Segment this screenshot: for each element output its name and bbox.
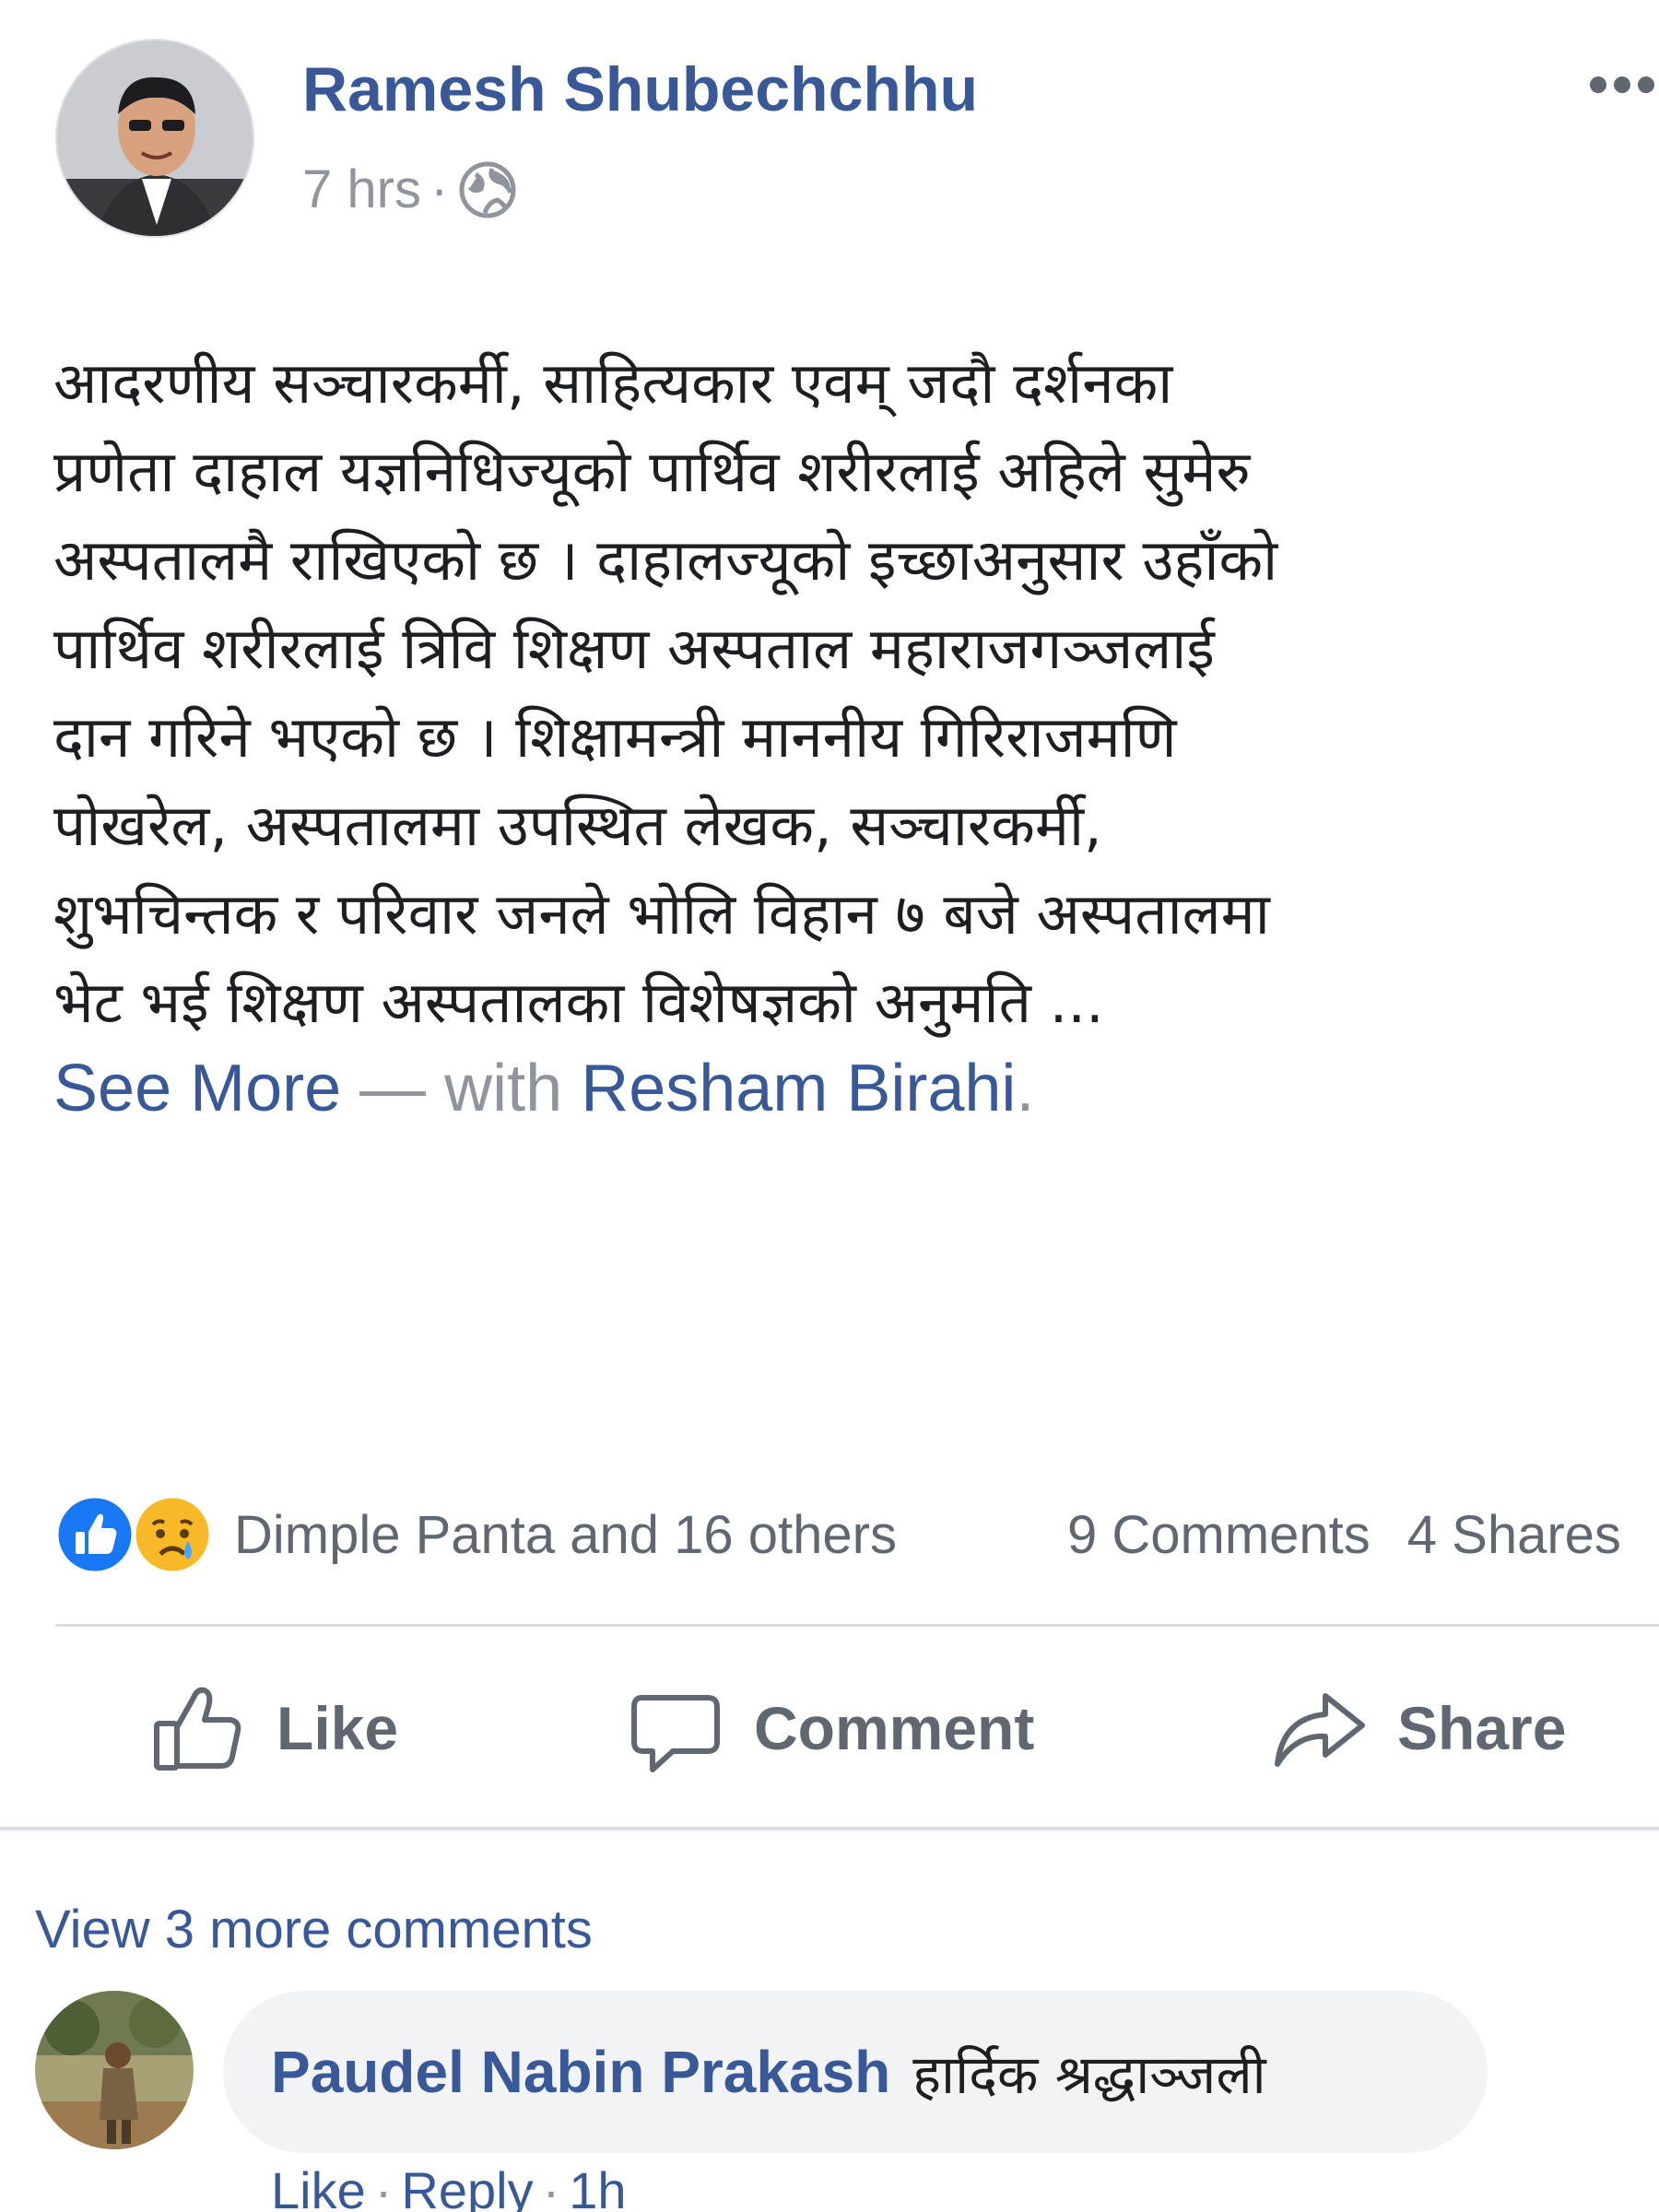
- post-text-line: अस्पतालमै राखिएको छ । दाहालज्यूको इच्छाअ…: [53, 526, 1278, 594]
- post-text-line: आदरणीय सञ्चारकर्मी, साहित्यकार एवम् जदौ …: [53, 349, 1173, 417]
- divider: [0, 1827, 1659, 1830]
- engagement-counts: 9 Comments 4 Shares: [1067, 1504, 1659, 1566]
- comment-timestamp[interactable]: 1h: [569, 2161, 626, 2212]
- comment-separator: ·: [542, 2161, 560, 2212]
- comment-label: Comment: [754, 1694, 1035, 1762]
- share-button[interactable]: Share: [1268, 1650, 1566, 1806]
- like-reaction-icon[interactable]: [53, 1493, 136, 1576]
- shares-count[interactable]: 4 Shares: [1407, 1505, 1621, 1565]
- with-text: — with: [341, 1052, 582, 1125]
- post-text-line: शुभचिन्तक र परिवार जनले भोलि विहान ७ बजे…: [53, 880, 1270, 947]
- comment-button[interactable]: Comment: [625, 1650, 1034, 1806]
- comment-reply-link[interactable]: Reply: [401, 2161, 533, 2212]
- post-text-line: पार्थिव शरीरलाई त्रिवि शिक्षण अस्पताल मह…: [53, 615, 1215, 682]
- see-more-row: See More — with Resham Birahi.: [53, 1051, 1034, 1126]
- reaction-summary[interactable]: Dimple Panta and 16 others: [234, 1504, 897, 1566]
- like-label: Like: [276, 1694, 399, 1762]
- comment-actions: Like · Reply · 1h: [271, 2160, 627, 2212]
- author-avatar[interactable]: [55, 39, 254, 238]
- post-text-line: पोखरेल, अस्पतालमा उपस्थित लेखक, सञ्चारकर…: [53, 792, 1102, 859]
- author-photo: [57, 41, 253, 236]
- comment-separator: ·: [374, 2161, 393, 2212]
- post-actions: Like Comment Share: [0, 1650, 1659, 1806]
- view-more-comments-link[interactable]: View 3 more comments: [35, 1899, 593, 1960]
- more-options-icon[interactable]: [1585, 55, 1659, 111]
- tagged-end: .: [1016, 1052, 1035, 1125]
- share-label: Share: [1397, 1694, 1567, 1762]
- post-timestamp[interactable]: 7 hrs: [302, 159, 421, 220]
- meta-separator: ·: [429, 159, 449, 219]
- like-button[interactable]: Like: [147, 1650, 398, 1806]
- post-text-line: भेट भई शिक्षण अस्पतालका विशेषज्ञको अनुमत…: [53, 969, 1104, 1036]
- commenter-name[interactable]: Paudel Nabin Prakash: [271, 2038, 890, 2106]
- comment-icon: [631, 1695, 720, 1772]
- commenter-avatar[interactable]: [35, 1991, 194, 2149]
- comment-bubble: Paudel Nabin Prakash हार्दिक श्रद्धाञ्जल…: [223, 1991, 1488, 2153]
- tagged-person-link[interactable]: Resham Birahi: [581, 1052, 1016, 1125]
- globe-icon[interactable]: [457, 159, 518, 220]
- facebook-post: Ramesh Shubechchhu 7 hrs · आदरणीय सञ्चार…: [0, 0, 1659, 2212]
- post-text-line: प्रणेता दाहाल यज्ञनिधिज्यूको पार्थिव शरी…: [53, 438, 1251, 505]
- see-more-link[interactable]: See More: [53, 1052, 341, 1125]
- sad-reaction-icon[interactable]: [131, 1493, 214, 1576]
- commenter-photo: [35, 1991, 194, 2149]
- divider: [55, 1624, 1659, 1627]
- reactions-bar: Dimple Panta and 16 others 9 Comments 4 S…: [53, 1493, 1659, 1576]
- thumbs-up-icon: [154, 1687, 241, 1771]
- comments-count[interactable]: 9 Comments: [1067, 1505, 1371, 1565]
- post-text: आदरणीय सञ्चारकर्मी, साहित्यकार एवम् जदौ …: [53, 339, 1659, 1047]
- post-text-line: दान गरिने भएको छ । शिक्षामन्त्री माननीय …: [53, 703, 1177, 771]
- post-meta: 7 hrs ·: [302, 159, 518, 220]
- author-name[interactable]: Ramesh Shubechchhu: [302, 53, 978, 125]
- comment-text: हार्दिक श्रद्धाञ्जली: [912, 2042, 1266, 2106]
- share-arrow-icon: [1275, 1693, 1365, 1767]
- comment-like-link[interactable]: Like: [271, 2161, 366, 2212]
